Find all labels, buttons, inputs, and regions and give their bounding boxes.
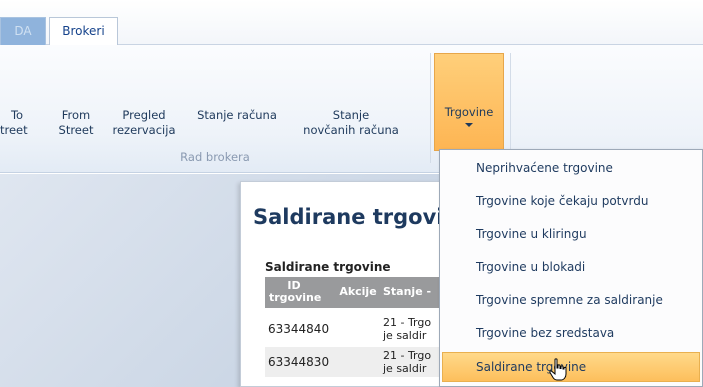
- stanje-racuna-button[interactable]: Stanje računa: [185, 108, 289, 123]
- from-street-label-1: From: [61, 108, 91, 122]
- stanje-racuna-label: Stanje računa: [197, 108, 277, 122]
- section-title: Saldirane trgovine: [265, 260, 391, 274]
- stanje-novcanih-label-2: novčanih računa: [303, 123, 399, 137]
- pregled-label-2: rezervacija: [112, 123, 176, 137]
- table-header: ID trgovine Akcije Stanje -: [265, 277, 465, 308]
- column-header-akcije[interactable]: Akcije: [337, 286, 379, 298]
- from-street-label-2: Street: [58, 123, 94, 137]
- from-street-button[interactable]: From Street: [52, 108, 100, 138]
- ribbon-separator: [430, 53, 431, 163]
- row-status-line-1: 21 - Trgo: [383, 349, 432, 362]
- group-label-rad-brokera: Rad brokera: [180, 150, 250, 164]
- hand-cursor-icon: [549, 358, 567, 381]
- row-id: 63344830: [268, 355, 330, 369]
- row-status-line-1: 21 - Trgo: [383, 316, 432, 329]
- row-status-line-2: je saldir: [383, 362, 427, 375]
- menu-item-trgovine-bez-sredstava[interactable]: Trgovine bez sredstava: [442, 318, 700, 348]
- trgovine-label: Trgovine: [444, 105, 494, 119]
- stanje-novcanih-label-1: Stanje: [332, 108, 370, 122]
- ribbon-separator: [510, 53, 511, 163]
- pregled-rezervacija-button[interactable]: Pregled rezervacija: [101, 108, 187, 138]
- table-row[interactable]: 63344830 21 - Trgo je saldir: [265, 347, 465, 377]
- tab-brokeri[interactable]: Brokeri: [49, 17, 118, 46]
- to-street-label-2: treet: [0, 123, 28, 137]
- page-title: Saldirane trgovi: [253, 205, 444, 229]
- menu-item-trgovine-u-blokadi[interactable]: Trgovine u blokadi: [442, 252, 700, 282]
- pregled-label-1: Pregled: [122, 108, 166, 122]
- ribbon-tab-strip: DA Brokeri: [0, 0, 703, 46]
- menu-item-saldirane-trgovine[interactable]: Saldirane trgovine: [442, 352, 700, 382]
- menu-item-trgovine-cekaju-potvrdu[interactable]: Trgovine koje čekaju potvrdu: [442, 186, 700, 216]
- menu-item-trgovine-spremne-za-saldiranje[interactable]: Trgovine spremne za saldiranje: [442, 285, 700, 315]
- row-status: 21 - Trgo je saldir: [383, 316, 431, 342]
- column-header-id[interactable]: ID trgovine: [269, 280, 321, 304]
- to-street-button[interactable]: To treet: [0, 108, 34, 138]
- menu-item-neprihvacene-trgovine[interactable]: Neprihvaćene trgovine: [442, 153, 700, 183]
- trgovine-menu: Neprihvaćene trgovine Trgovine koje čeka…: [439, 149, 703, 387]
- to-street-label-1: To: [10, 108, 24, 122]
- caret-down-icon: [465, 123, 473, 127]
- row-id: 63344840: [268, 322, 330, 336]
- row-status-line-2: je saldir: [383, 329, 427, 342]
- tab-da[interactable]: DA: [0, 17, 46, 45]
- row-status: 21 - Trgo je saldir: [383, 349, 431, 375]
- table-row[interactable]: 63344840 21 - Trgo je saldir: [265, 314, 465, 344]
- trgovine-dropdown-button[interactable]: Trgovine: [434, 53, 504, 151]
- stanje-novcanih-racuna-button[interactable]: Stanje novčanih računa: [289, 108, 413, 138]
- menu-item-trgovine-u-kliringu[interactable]: Trgovine u kliringu: [442, 219, 700, 249]
